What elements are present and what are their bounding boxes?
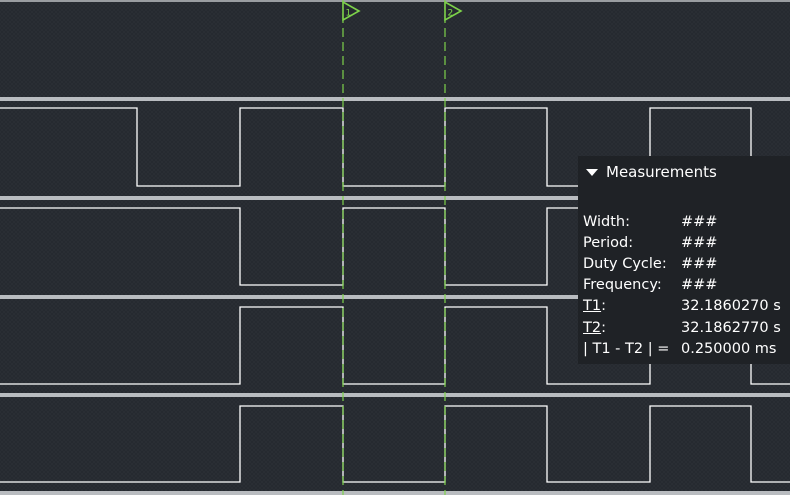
t1-value: 32.1860270 s bbox=[681, 298, 781, 315]
t1-row: T1: 32.1860270 s bbox=[583, 296, 781, 317]
t2-link[interactable]: T2 bbox=[583, 320, 601, 336]
top-border bbox=[0, 0, 790, 2]
channel-separator bbox=[0, 393, 790, 397]
period-row: Period: ### bbox=[583, 232, 781, 253]
t2-colon: : bbox=[601, 319, 606, 336]
period-label: Period: bbox=[583, 234, 634, 251]
collapse-triangle-icon[interactable] bbox=[586, 168, 598, 176]
width-value: ### bbox=[681, 213, 718, 230]
duty-cycle-label: Duty Cycle: bbox=[583, 255, 667, 272]
t1-link[interactable]: T1 bbox=[583, 298, 601, 314]
measurements-title: Measurements bbox=[606, 163, 717, 181]
t1-colon: : bbox=[601, 298, 606, 315]
period-value: ### bbox=[681, 234, 718, 251]
channel-separator bbox=[0, 491, 790, 495]
frequency-label: Frequency: bbox=[583, 277, 662, 294]
frequency-value: ### bbox=[681, 277, 718, 294]
frequency-row: Frequency: ### bbox=[583, 275, 781, 296]
delta-row: | T1 - T2 | = 0.250000 ms bbox=[583, 338, 781, 359]
duty-cycle-row: Duty Cycle: ### bbox=[583, 253, 781, 274]
duty-cycle-value: ### bbox=[681, 255, 718, 272]
delta-value: 0.250000 ms bbox=[681, 340, 777, 357]
measurements-header[interactable]: Measurements bbox=[586, 162, 717, 182]
channel-separator bbox=[0, 97, 790, 101]
t2-value: 32.1862770 s bbox=[681, 319, 781, 336]
measurements-panel: Measurements Width: ### Period: ### Duty… bbox=[578, 156, 790, 364]
t2-row: T2: 32.1862770 s bbox=[583, 317, 781, 338]
width-label: Width: bbox=[583, 213, 631, 230]
cursor-1-label: 1 bbox=[346, 9, 352, 19]
cursor-2-label: 2 bbox=[448, 9, 454, 19]
width-row: Width: ### bbox=[583, 211, 781, 232]
measurements-list: Width: ### Period: ### Duty Cycle: ### F… bbox=[583, 211, 781, 359]
delta-label: | T1 - T2 | = bbox=[583, 340, 670, 357]
